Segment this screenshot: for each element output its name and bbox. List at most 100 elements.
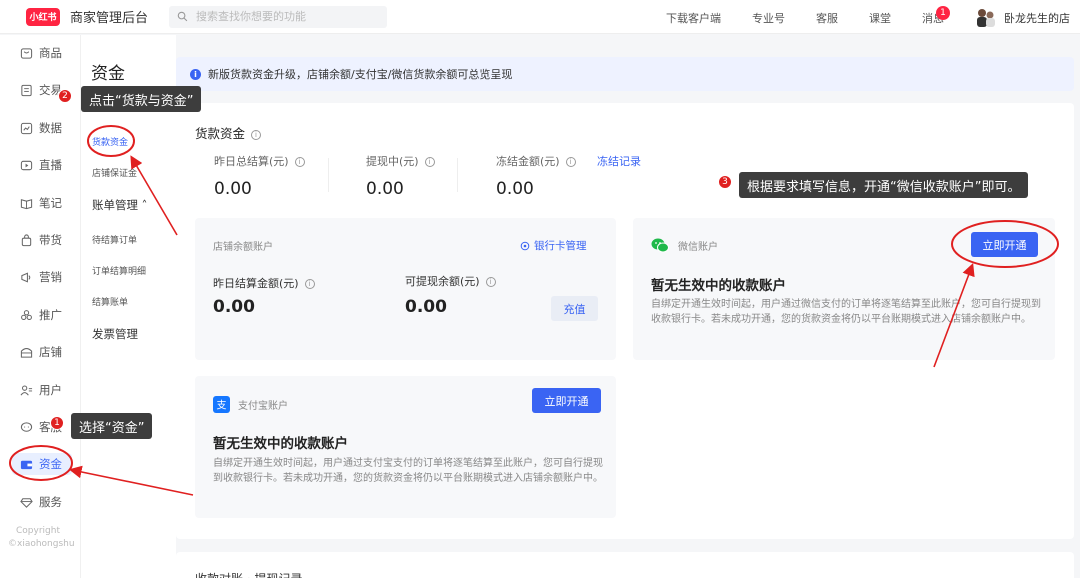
users-icon xyxy=(20,385,33,395)
funds-title: 货款资金 i xyxy=(195,123,262,142)
stat-label: 昨日总结算(元) xyxy=(214,155,289,168)
wechat-account-desc: 自绑定开通生效时间起，用户通过微信支付的订单将逐笔结算至此账户，您可自行提现到收… xyxy=(651,299,1041,325)
nav-item-store[interactable]: 店铺 xyxy=(20,342,62,362)
messages-link[interactable]: 消息 xyxy=(922,10,944,26)
nav-item-notes[interactable]: 笔记 xyxy=(20,193,62,213)
label-text: 昨日结算金额(元) xyxy=(213,277,299,290)
wechat-icon xyxy=(651,238,669,253)
step-3-number: 3 xyxy=(718,175,732,189)
funds-title-text: 货款资金 xyxy=(195,126,246,141)
nav-label: 营销 xyxy=(39,270,62,284)
help-icon[interactable]: i xyxy=(294,157,305,167)
recharge-button[interactable]: 充值 xyxy=(551,296,598,321)
settings-icon xyxy=(520,241,530,250)
nav-label: 笔记 xyxy=(39,196,62,210)
freeze-records-link[interactable]: 冻结记录 xyxy=(597,153,641,169)
alipay-account-header: 支 支付宝账户 xyxy=(213,396,288,413)
subnav-item-store-deposit[interactable]: 店铺保证金 xyxy=(92,166,137,179)
subnav-item-settlement-detail[interactable]: 订单结算明细 xyxy=(92,264,146,277)
wechat-open-button[interactable]: 立即开通 xyxy=(971,232,1038,257)
top-bar: 小红书 商家管理后台 xyxy=(0,0,1080,34)
copyright-line: Copyright xyxy=(16,526,60,536)
help-icon[interactable]: i xyxy=(304,279,315,289)
nav-item-sell[interactable]: 带货 xyxy=(20,230,62,250)
yesterday-settled-value: 0.00 xyxy=(213,297,255,317)
copyright: Copyright ©xiaohongshu xyxy=(8,525,75,551)
withdrawable-value: 0.00 xyxy=(405,297,447,317)
nav-label: 直播 xyxy=(39,158,62,172)
chat-icon xyxy=(20,421,33,432)
xiaohongshu-logo[interactable]: 小红书 xyxy=(26,7,60,26)
divider xyxy=(457,158,458,192)
professional-account-link[interactable]: 专业号 xyxy=(752,10,785,26)
nav-item-marketing[interactable]: 营销 xyxy=(20,267,62,287)
step-3-callout: 根据要求填写信息，开通“微信收款账户”即可。 xyxy=(739,172,1029,198)
download-client-link[interactable]: 下载客户端 xyxy=(666,10,721,26)
stat-value: 0.00 xyxy=(496,179,534,199)
bag-icon xyxy=(21,233,32,246)
nav-item-trade[interactable]: 交易 xyxy=(20,80,62,100)
help-icon[interactable]: i xyxy=(424,157,435,167)
live-icon xyxy=(20,160,33,170)
alipay-account-desc: 自绑定开通生效时间起，用户通过支付宝支付的订单将逐笔结算至此账户，您可自行提现到… xyxy=(213,458,603,484)
nav-item-service[interactable]: 服务 xyxy=(20,492,62,512)
stat-yesterday-settled: 昨日总结算(元) i 0.00 xyxy=(214,153,305,199)
label-text: 可提现余额(元) xyxy=(405,275,480,288)
wallet-icon xyxy=(20,460,33,469)
app-title: 商家管理后台 xyxy=(70,11,149,26)
wechat-account-card: 微信账户 立即开通 暂无生效中的收款账户 自绑定开通生效时间起，用户通过微信支付… xyxy=(633,218,1055,360)
alipay-account-title: 支付宝账户 xyxy=(238,401,288,412)
stat-value: 0.00 xyxy=(366,179,404,199)
stat-label: 提现中(元) xyxy=(366,155,419,168)
wechat-account-heading: 暂无生效中的收款账户 xyxy=(651,278,786,294)
search-icon xyxy=(177,11,188,22)
stat-frozen: 冻结金额(元) i 0.00 xyxy=(496,153,576,199)
bank-card-link[interactable]: 银行卡管理 xyxy=(520,238,587,253)
lower-panel-title[interactable]: 收款对账 · 提现记录 xyxy=(195,570,302,578)
nav-label: 资金 xyxy=(39,457,62,471)
nav-label: 店铺 xyxy=(39,345,62,359)
alipay-icon: 支 xyxy=(213,396,230,413)
nav-item-live[interactable]: 直播 xyxy=(20,155,62,175)
lower-panel: 收款对账 · 提现记录 xyxy=(176,552,1074,578)
wechat-account-header: 微信账户 xyxy=(651,238,718,253)
classroom-link[interactable]: 课堂 xyxy=(869,10,891,26)
search-box[interactable] xyxy=(169,5,388,28)
nav-label: 数据 xyxy=(39,121,62,135)
subnav-group-invoice[interactable]: 发票管理 xyxy=(92,326,138,342)
nav-item-users[interactable]: 用户 xyxy=(20,380,62,400)
book-icon xyxy=(20,198,33,209)
upgrade-notice: i 新版货款资金升级，店铺余额/支付宝/微信货款余额可总览呈现 xyxy=(176,57,1074,91)
store-balance-title: 店铺余额账户 xyxy=(213,242,273,253)
nav-item-funds[interactable]: 资金 xyxy=(12,453,72,475)
nav-label: 推广 xyxy=(39,308,62,322)
chart-icon xyxy=(20,122,33,134)
wechat-account-title: 微信账户 xyxy=(678,242,718,253)
search-input[interactable] xyxy=(196,10,377,23)
nav-item-goods[interactable]: 商品 xyxy=(20,43,62,63)
subnav-item-pending-orders[interactable]: 待结算订单 xyxy=(92,233,137,246)
receipt-icon xyxy=(21,84,32,96)
copyright-line: ©xiaohongshu xyxy=(8,539,75,549)
help-icon[interactable]: i xyxy=(485,277,496,287)
alipay-open-button[interactable]: 立即开通 xyxy=(532,388,601,413)
divider xyxy=(328,158,329,192)
help-icon[interactable]: i xyxy=(565,157,576,167)
nav-item-promotion[interactable]: 推广 xyxy=(20,305,62,325)
subnav-item-goods-funds[interactable]: 货款资金 xyxy=(92,135,128,148)
megaphone-icon xyxy=(21,272,31,282)
help-icon[interactable]: i xyxy=(251,129,262,140)
store-icon xyxy=(20,347,33,358)
nav-label: 服务 xyxy=(39,495,62,509)
funds-panel: 货款资金 i 昨日总结算(元) i 0.00 提现中(元) i 0.00 冻结金额(元… xyxy=(176,103,1074,539)
subnav-group-billing[interactable]: 账单管理 ˄ xyxy=(92,197,147,213)
nav-label: 商品 xyxy=(39,46,62,60)
step-1-number: 1 xyxy=(50,416,64,430)
step-1-callout: 选择“资金” xyxy=(71,413,153,439)
subnav-item-settlement-bill[interactable]: 结算账单 xyxy=(92,295,128,308)
step-2-number: 2 xyxy=(58,89,72,103)
customer-service-link[interactable]: 客服 xyxy=(816,10,838,26)
stat-withdrawing: 提现中(元) i 0.00 xyxy=(366,153,435,199)
nav-item-data[interactable]: 数据 xyxy=(20,118,62,138)
main-sidebar: 商品 交易 数据 直播 笔记 带货 营销 推广 店铺 用户 客服 资金 xyxy=(0,35,80,578)
